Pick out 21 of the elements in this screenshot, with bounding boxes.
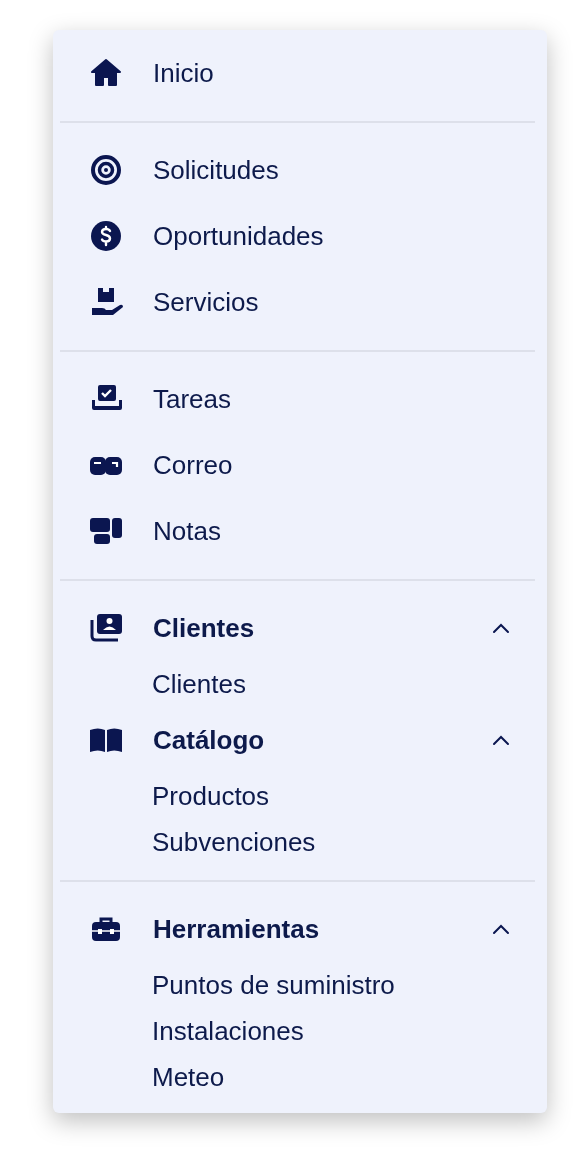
nav-link[interactable]: Inicio [153, 57, 214, 89]
nav-sublink[interactable]: Meteo [152, 1061, 225, 1093]
target-icon [88, 152, 124, 188]
nav-link[interactable]: Servicios [153, 286, 259, 318]
nav-sublink[interactable]: Productos [152, 780, 270, 812]
nav-link[interactable]: Oportunidades [153, 220, 324, 252]
nav-sublink[interactable]: Subvenciones [152, 826, 316, 858]
nav-sublink[interactable]: Puntos de suministro [152, 969, 395, 1001]
group-header[interactable]: Herramientas [153, 913, 320, 945]
nav-link[interactable]: Correo [153, 449, 233, 481]
nav-sublink[interactable]: Instalaciones [152, 1015, 304, 1047]
nav-link[interactable]: Tareas [153, 383, 232, 415]
group-header[interactable]: Catálogo [153, 724, 265, 756]
nav-link[interactable]: Notas [153, 515, 221, 547]
chevron-up-icon[interactable] [491, 923, 511, 935]
group-header[interactable]: Clientes [153, 612, 255, 644]
dollar-icon [88, 218, 124, 254]
chevron-up-icon[interactable] [491, 622, 511, 634]
chevron-up-icon[interactable] [491, 734, 511, 746]
nav-sublink[interactable]: Clientes [152, 668, 246, 700]
nav-link[interactable]: Solicitudes [153, 154, 279, 186]
